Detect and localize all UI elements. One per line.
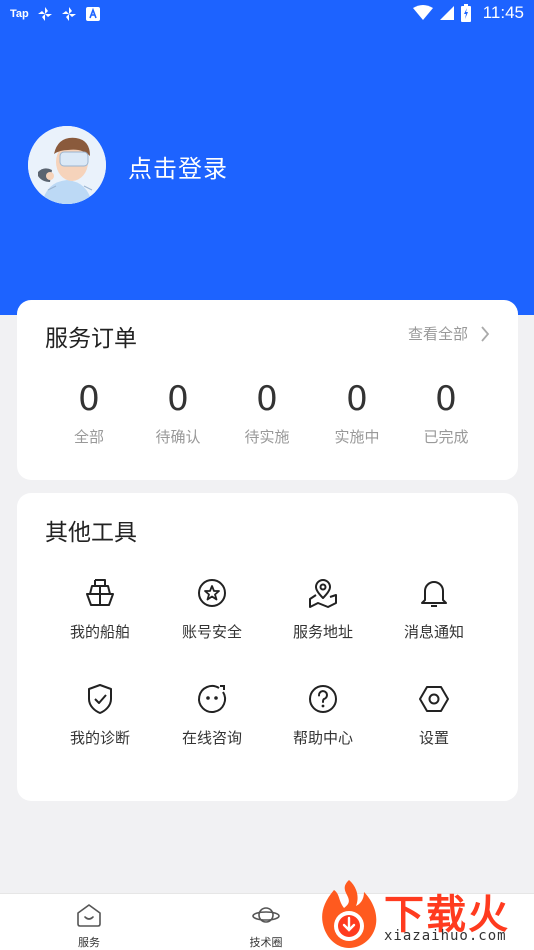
tool-label: 服务地址 [292,623,353,641]
watermark-url: xiazaihuo.com [384,928,507,944]
bell-icon [421,581,447,607]
login-link[interactable]: 点击登录 [128,149,228,184]
star-circle-icon [198,579,226,607]
view-all-orders-button[interactable]: 查看全部 [408,323,490,344]
service-address-button[interactable]: 服务地址 [273,577,373,642]
avatar-illustration [28,126,106,204]
tool-label: 帮助中心 [292,729,353,747]
avatar[interactable] [28,126,106,204]
order-count: 0 [78,379,100,419]
tool-label: 账号安全 [181,623,242,641]
message-notifications-button[interactable]: 消息通知 [384,577,484,642]
tab-service[interactable]: 服务 [49,902,129,950]
help-center-button[interactable]: 帮助中心 [273,683,373,748]
settings-button[interactable]: 设置 [384,683,484,748]
order-count: 0 [256,379,278,419]
status-bar-left: Tap [10,6,101,22]
order-status-label: 已完成 [423,428,469,446]
ship-icon [86,579,114,606]
clock-time: 11:45 [482,3,524,22]
order-count: 0 [346,379,368,419]
tab-tech-circle[interactable]: 技术圈 [226,902,306,950]
chevron-right-icon [481,325,490,342]
order-count: 0 [435,379,457,419]
order-status-in-progress[interactable]: 0 实施中 [307,380,407,447]
my-diagnosis-button[interactable]: 我的诊断 [50,683,150,748]
other-tools-card: 其他工具 我的船舶 账号安全 服务地址 消息通知 我的诊断 在线咨询 帮助中心 … [17,493,518,801]
watermark-overlay: 下载火 xiazaihuo.com [314,878,534,950]
signal-icon [439,6,454,20]
tool-label: 消息通知 [403,623,464,641]
service-orders-card: 服务订单 查看全部 0 全部 0 待确认 0 待实施 0 实施中 0 已完成 [17,300,518,480]
online-consult-button[interactable]: 在线咨询 [162,683,262,748]
battery-icon [460,4,471,22]
tab-label: 技术圈 [249,936,283,949]
hexagon-settings-icon [419,686,449,712]
tool-label: 在线咨询 [181,729,242,747]
map-pin-icon [309,579,337,608]
tool-label: 设置 [418,729,449,747]
order-status-label: 待实施 [244,428,290,446]
profile-header: 点击登录 [0,28,534,315]
service-home-icon [77,904,101,927]
order-status-pending-implement[interactable]: 0 待实施 [217,380,317,447]
my-ships-button[interactable]: 我的船舶 [50,577,150,642]
chat-face-icon [198,685,226,713]
tool-label: 我的诊断 [69,729,130,747]
tab-label: 服务 [78,936,100,949]
order-status-label: 实施中 [334,428,380,446]
order-status-pending-confirm[interactable]: 0 待确认 [128,380,228,447]
shield-check-icon [88,684,112,714]
flame-logo-icon [322,880,377,948]
account-security-button[interactable]: 账号安全 [162,577,262,642]
planet-icon [252,907,280,923]
pinwheel-icon [61,7,76,21]
status-bar-right: 11:45 [412,3,524,23]
order-status-all[interactable]: 0 全部 [39,380,139,447]
tools-title: 其他工具 [45,520,137,546]
tool-label: 我的船舶 [69,623,130,641]
view-all-label: 查看全部 [407,325,468,343]
order-status-label: 待确认 [155,428,201,446]
a-box-icon [85,7,100,21]
order-status-completed[interactable]: 0 已完成 [396,380,496,447]
status-bar: Tap 11:45 [0,0,534,28]
order-count: 0 [167,379,189,419]
tap-app-label: Tap [10,8,29,20]
pinwheel-icon [37,7,52,21]
help-circle-icon [309,685,337,713]
orders-title: 服务订单 [45,326,137,352]
wifi-icon [412,5,433,20]
order-status-label: 全部 [73,428,104,446]
